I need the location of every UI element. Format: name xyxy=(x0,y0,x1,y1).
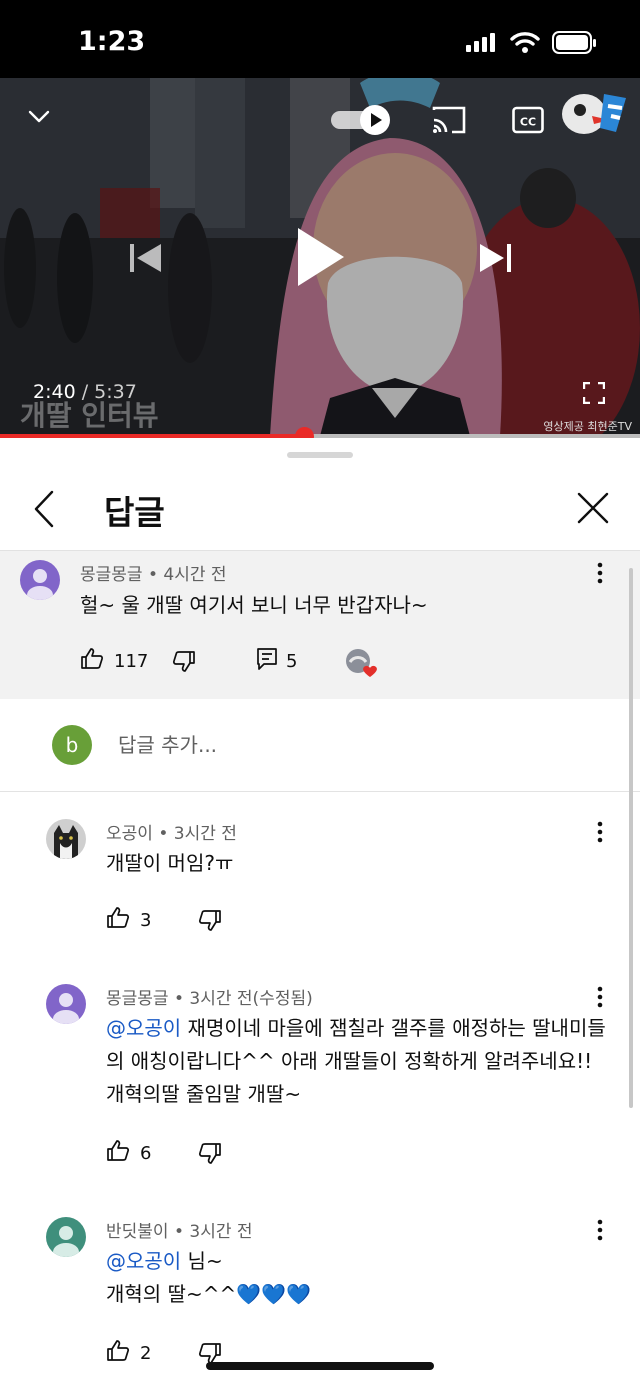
parent-comment: 몽글몽글 • 4시간 전 헐~ 울 개딸 여기서 보니 너무 반갑자나~ 117… xyxy=(0,550,640,699)
add-reply-row[interactable]: b 답글 추가... xyxy=(0,699,640,792)
comment-meta: 몽글몽글 • 3시간 전(수정됨) xyxy=(106,989,313,1009)
cellular-signal-icon xyxy=(466,32,498,56)
thumbs-up-icon xyxy=(106,906,130,935)
reply-count: 5 xyxy=(286,651,298,672)
avatar[interactable] xyxy=(46,819,86,859)
fullscreen-icon[interactable] xyxy=(582,381,606,408)
status-bar: 1:23 xyxy=(0,0,640,78)
like-count: 2 xyxy=(140,1343,152,1364)
more-options-icon[interactable] xyxy=(592,985,608,1013)
comment-text-suffix: 님~ xyxy=(181,1249,223,1273)
comment-age: 3시간 전(수정됨) xyxy=(189,989,313,1009)
video-player[interactable]: CC 2:40 / 5:37 개딸 인터뷰 영상제공 최현준TV xyxy=(0,78,640,436)
comment-meta: 반딧불이 • 3시간 전 xyxy=(106,1222,253,1242)
home-indicator[interactable] xyxy=(206,1362,434,1370)
comment-author[interactable]: 반딧불이 xyxy=(106,1222,169,1242)
mention-link[interactable]: @오공이 xyxy=(106,1249,181,1273)
replies-button[interactable]: 5 xyxy=(256,647,297,676)
app-root: 1:23 CC 2:40 / 5:37 개딸 인터뷰 영상제공 최현준TV 답글… xyxy=(0,0,640,1385)
minimize-chevron-icon[interactable] xyxy=(28,108,50,128)
avatar[interactable] xyxy=(20,560,60,600)
avatar[interactable] xyxy=(46,984,86,1024)
thumbs-down-icon xyxy=(172,649,196,678)
add-reply-input[interactable]: 답글 추가... xyxy=(118,729,217,758)
avatar[interactable] xyxy=(46,1217,86,1257)
thumbs-down-icon xyxy=(198,1141,222,1170)
sheet-header: 답글 xyxy=(0,470,640,550)
comment-text-line1: @오공이 님~ xyxy=(106,1245,223,1278)
creator-heart-icon xyxy=(345,648,377,677)
mention-link[interactable]: @오공이 xyxy=(106,1016,181,1040)
like-count: 6 xyxy=(140,1143,152,1164)
comment-author[interactable]: 몽글몽글 xyxy=(106,989,169,1009)
more-options-icon[interactable] xyxy=(592,561,608,589)
captions-icon[interactable]: CC xyxy=(512,106,544,138)
dislike-button[interactable] xyxy=(198,1141,222,1170)
thumbs-up-icon xyxy=(106,1139,130,1168)
close-icon[interactable] xyxy=(575,490,611,530)
more-options-icon[interactable] xyxy=(592,820,608,848)
sheet-title: 답글 xyxy=(104,493,165,532)
like-button[interactable]: 6 xyxy=(106,1139,151,1168)
like-count: 3 xyxy=(140,910,152,931)
more-options-icon[interactable] xyxy=(592,1218,608,1246)
thumbs-up-icon xyxy=(80,647,104,676)
drag-handle[interactable] xyxy=(287,452,353,458)
next-video-icon[interactable] xyxy=(478,242,512,278)
video-watermark-title: 개딸 인터뷰 xyxy=(20,399,159,432)
dislike-button[interactable] xyxy=(172,649,196,678)
comment-text: 개혁의 딸~^^💙💙💙 xyxy=(106,1282,311,1306)
comment-age: 3시간 전 xyxy=(173,824,237,844)
thumbs-up-icon xyxy=(106,1339,130,1368)
comment-meta: 몽글몽글 • 4시간 전 xyxy=(80,565,227,585)
scrollbar[interactable] xyxy=(629,568,633,1108)
dislike-button[interactable] xyxy=(198,908,222,937)
comment-author[interactable]: 오공이 xyxy=(106,824,153,844)
comment-text: 헐~ 울 개딸 여기서 보니 너무 반갑자나~ xyxy=(80,593,428,617)
comment-text: 개딸이 머임?ㅠ xyxy=(106,851,234,875)
my-avatar: b xyxy=(52,725,92,765)
like-count: 117 xyxy=(114,651,149,672)
thumbs-down-icon xyxy=(198,908,222,937)
reply-comment-icon xyxy=(256,647,278,676)
cast-icon[interactable] xyxy=(432,106,466,138)
comment-text: @오공이 재명이네 마을에 잼칠라 갤주를 애정하는 딸내미들의 애칭이랍니다^… xyxy=(106,1012,616,1111)
play-icon[interactable] xyxy=(296,226,346,292)
back-arrow-icon[interactable] xyxy=(30,490,60,532)
autoplay-toggle[interactable] xyxy=(331,105,391,139)
video-watermark-credit: 영상제공 최현준TV xyxy=(543,420,632,433)
like-button[interactable]: 2 xyxy=(106,1339,151,1368)
previous-video-icon[interactable] xyxy=(129,242,163,278)
channel-logo-icon xyxy=(556,84,634,146)
comment-author[interactable]: 몽글몽글 xyxy=(80,565,143,585)
replies-sheet: 답글 몽글몽글 • 4시간 전 헐~ 울 개딸 여기서 보니 너무 반갑자나~ … xyxy=(0,438,640,1385)
comment-meta: 오공이 • 3시간 전 xyxy=(106,824,237,844)
battery-icon xyxy=(552,31,598,59)
comment-age: 3시간 전 xyxy=(189,1222,253,1242)
status-time: 1:23 xyxy=(78,26,146,57)
like-button[interactable]: 3 xyxy=(106,906,151,935)
like-button[interactable]: 117 xyxy=(80,647,148,676)
svg-text:CC: CC xyxy=(520,116,536,129)
comment-text-body: 재명이네 마을에 잼칠라 갤주를 애정하는 딸내미들의 애칭이랍니다^^ 아래 … xyxy=(106,1016,606,1106)
comment-age: 4시간 전 xyxy=(163,565,227,585)
wifi-icon xyxy=(510,30,540,58)
